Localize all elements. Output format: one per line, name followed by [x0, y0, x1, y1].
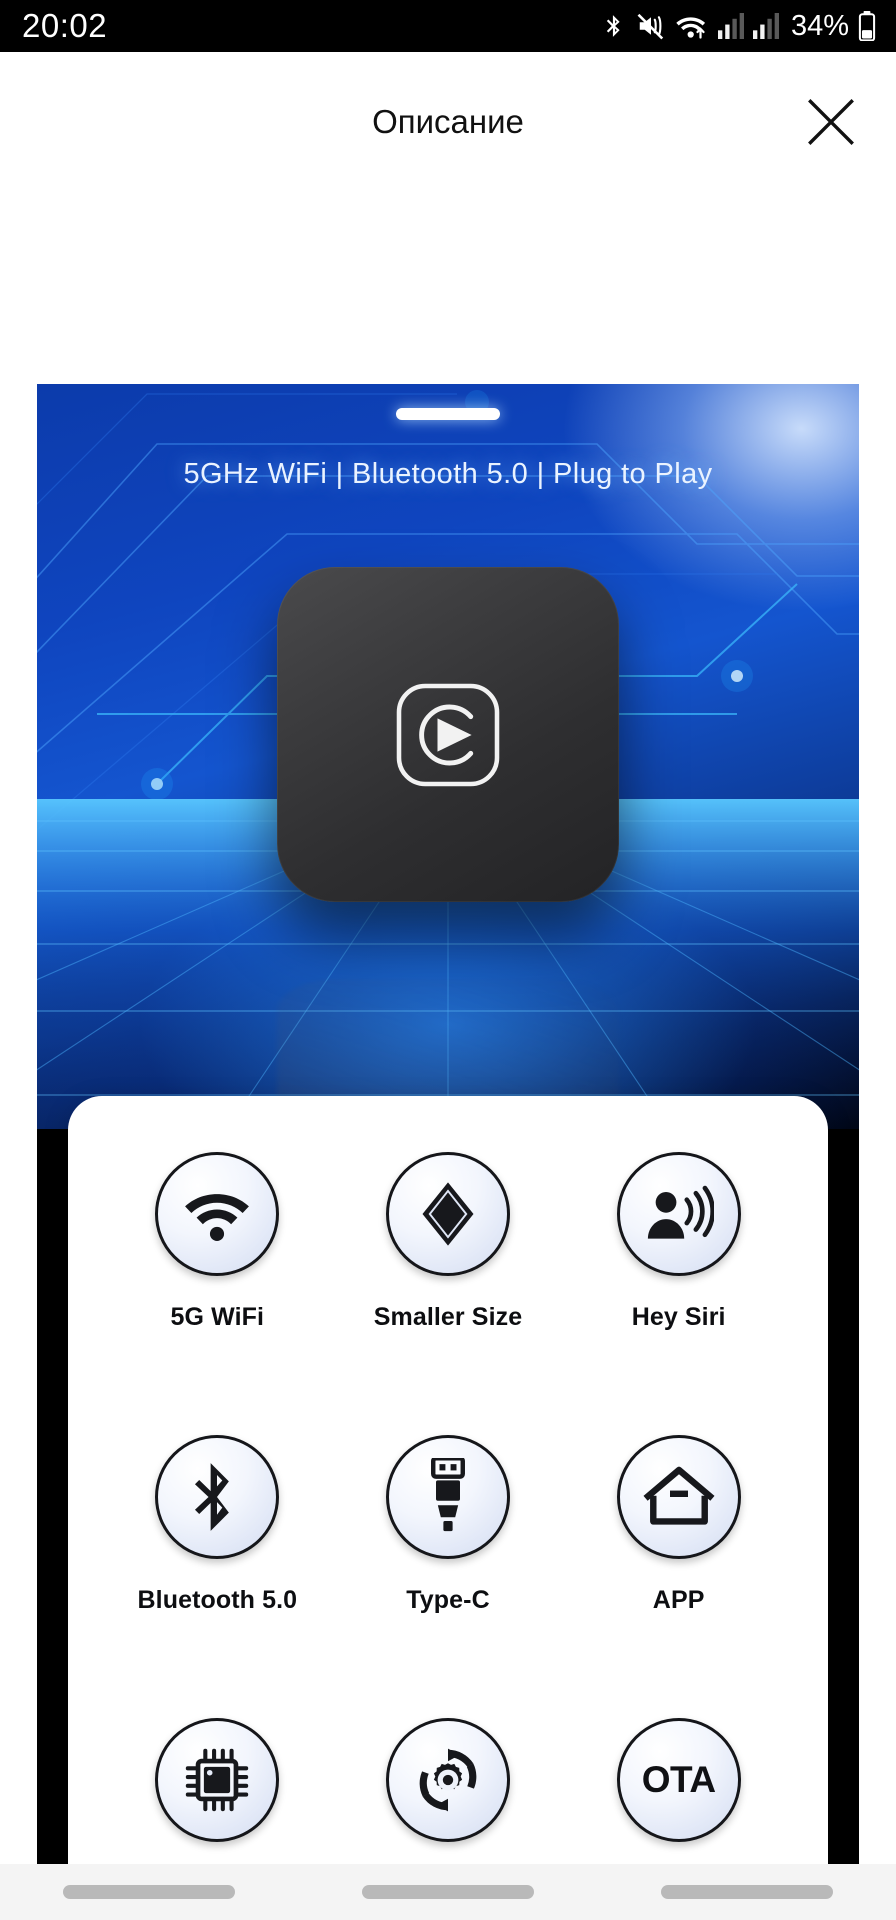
feature-item-5g-wifi[interactable]: 5G WiFi	[102, 1152, 333, 1435]
close-button[interactable]	[794, 85, 868, 159]
play-button-logo-icon	[396, 683, 500, 786]
nav-pill-recents[interactable]	[63, 1885, 236, 1899]
close-icon	[808, 99, 854, 145]
feature-item-hey-siri[interactable]: Hey Siri	[563, 1152, 794, 1435]
feature-badge	[385, 1435, 510, 1559]
feature-item-type-c[interactable]: Type-C	[333, 1435, 564, 1718]
feature-label: 5G WiFi	[170, 1303, 265, 1331]
diamond-icon	[422, 1182, 474, 1246]
usb-type-c-icon	[431, 1458, 465, 1532]
feature-label: Smaller Size	[373, 1303, 523, 1331]
product-device-image	[277, 567, 619, 902]
feature-badge	[616, 1435, 741, 1559]
cellular-signal-icon-2	[752, 13, 779, 39]
product-hero-banner: 5GHz WiFi | Bluetooth 5.0 | Plug to Play	[37, 384, 859, 1129]
feature-label: Hey Siri	[631, 1303, 726, 1331]
gear-refresh-icon	[419, 1748, 477, 1812]
hero-tagline: 5GHz WiFi | Bluetooth 5.0 | Plug to Play	[183, 458, 713, 490]
battery-icon	[858, 11, 876, 41]
home-icon	[643, 1466, 715, 1525]
nav-pill-home[interactable]	[361, 1885, 534, 1899]
description-scroll-area[interactable]: 5GHz WiFi | Bluetooth 5.0 | Plug to Play	[0, 192, 896, 1920]
feature-grid: 5G WiFi Smaller Size Hey Siri Bluetooth …	[102, 1152, 794, 1920]
feature-item-bluetooth[interactable]: Bluetooth 5.0	[102, 1435, 333, 1718]
feature-item-app[interactable]: APP	[563, 1435, 794, 1718]
status-clock: 20:02	[22, 7, 108, 44]
feature-badge	[155, 1435, 280, 1559]
feature-badge	[616, 1152, 741, 1276]
nav-pill-back[interactable]	[660, 1885, 833, 1899]
battery-percent-label: 34%	[790, 9, 849, 42]
feature-badge	[155, 1718, 280, 1842]
volume-mute-vibrate-icon	[636, 11, 666, 41]
feature-label: APP	[652, 1586, 705, 1614]
feature-item-smaller-size[interactable]: Smaller Size	[333, 1152, 564, 1435]
voice-assistant-icon	[647, 1185, 714, 1239]
status-icons: 34%	[601, 0, 876, 52]
page-header: Описание	[0, 52, 896, 192]
cellular-signal-icon-1	[717, 13, 744, 39]
ota-text-icon: OTA	[641, 1759, 716, 1800]
feature-label: Type-C	[406, 1586, 490, 1614]
bluetooth-icon	[601, 11, 627, 41]
device-top-accent-bar	[396, 408, 500, 420]
wifi-icon	[675, 11, 709, 41]
status-bar: 20:02 34%	[0, 0, 896, 52]
feature-badge: OTA	[616, 1718, 741, 1842]
wifi-icon	[185, 1194, 250, 1241]
feature-card: 5G WiFi Smaller Size Hey Siri Bluetooth …	[68, 1096, 828, 1920]
cpu-chip-icon	[186, 1748, 249, 1812]
page-title: Описание	[372, 103, 524, 140]
system-navigation-bar	[0, 1864, 896, 1920]
feature-label: Bluetooth 5.0	[137, 1586, 298, 1614]
feature-badge	[385, 1718, 510, 1842]
bluetooth-icon	[195, 1463, 230, 1531]
feature-badge	[385, 1152, 510, 1276]
feature-badge	[155, 1152, 280, 1276]
